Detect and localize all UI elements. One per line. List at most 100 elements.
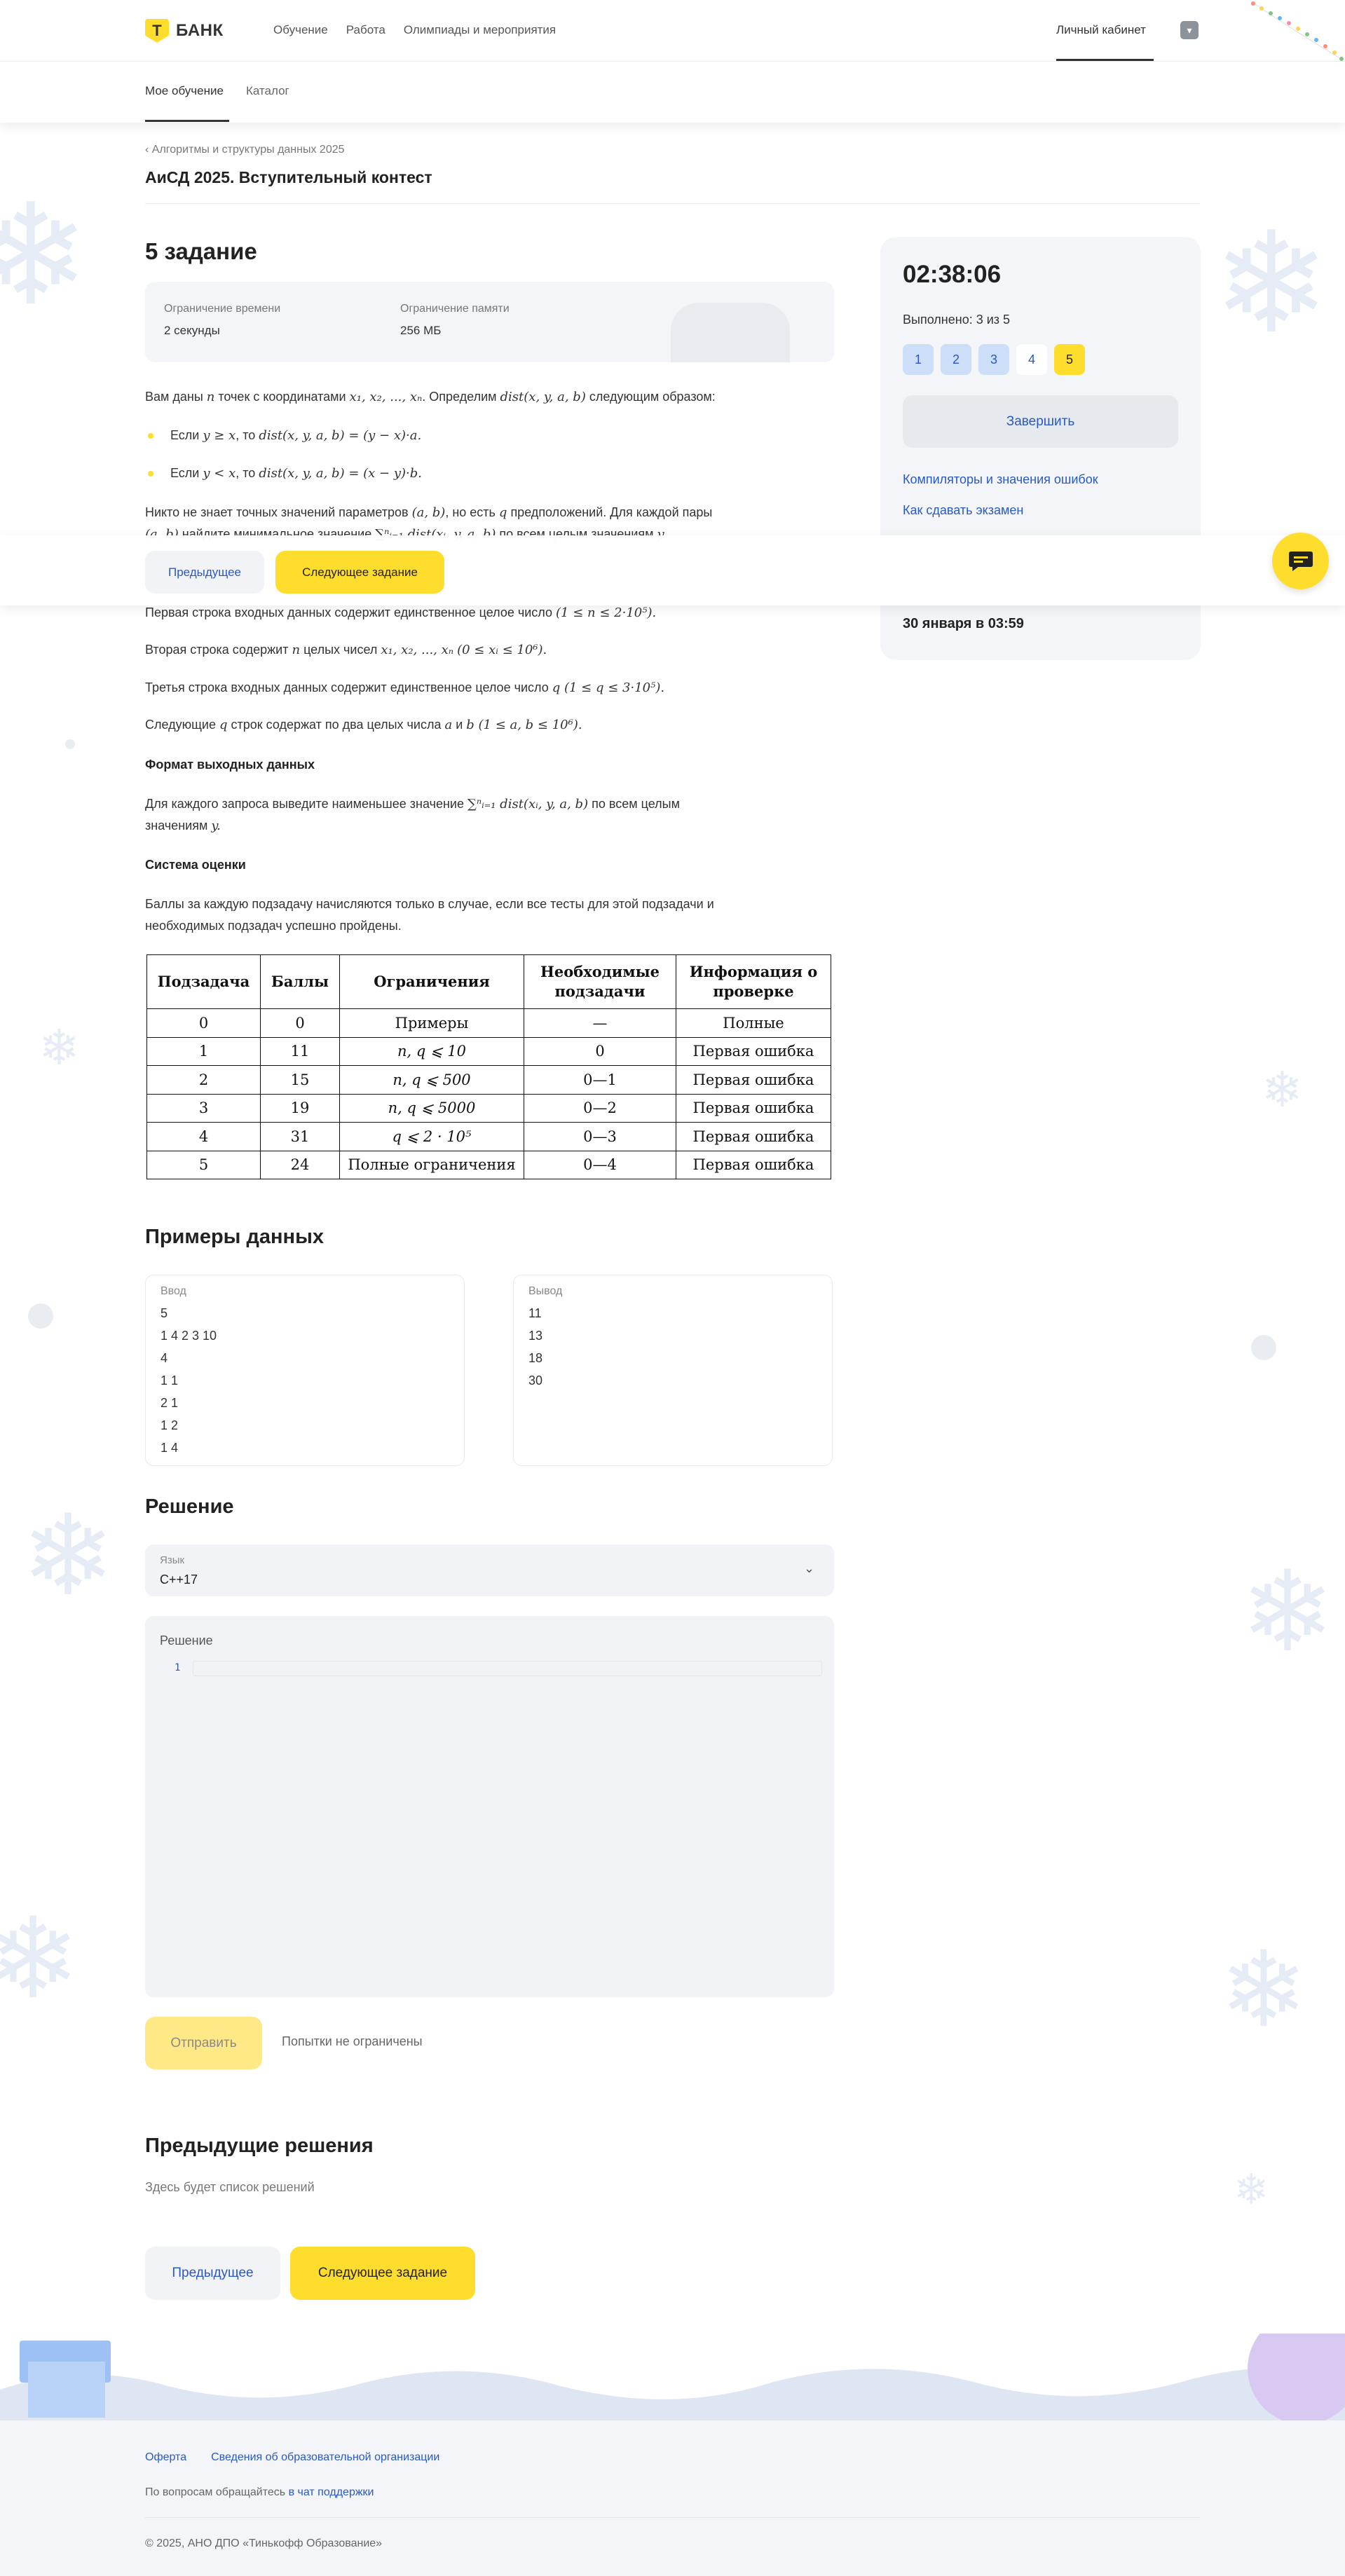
nav-item-learning[interactable]: Обучение [273,23,328,37]
table-cell: 0—2 [524,1093,676,1123]
decorative-hills [0,2334,1345,2425]
main-nav: Обучение Работа Олимпиады и мероприятия [273,23,556,37]
text: Вторая строка содержит [145,643,292,657]
scoring-table: Подзадача Баллы Ограничения Необходимые … [146,954,831,1179]
math: y ≥ x [203,428,236,443]
example-line: 2 1 [161,1396,179,1410]
finish-button[interactable]: Завершить [903,395,1178,448]
example-line: 1 4 [161,1441,179,1455]
table-cell: 0—1 [524,1065,676,1095]
avatar[interactable]: ▾ [1180,21,1199,39]
tab-my-learning[interactable]: Мое обучение [145,84,224,98]
col-header: Информация о проверке [676,954,831,1009]
table-cell: 3 [146,1093,261,1123]
example-output-label: Вывод [528,1285,563,1297]
code-line[interactable] [193,1661,822,1676]
contest-title: АиСД 2025. Вступительный контест [145,168,432,186]
account-active-underline [1056,59,1154,61]
math: q [219,718,228,732]
logo-text: БАНК [176,21,224,40]
text: по всем целым [588,797,680,811]
math: b (1 ≤ a, b ≤ 10⁶). [466,718,582,732]
next-task-button[interactable]: Следующее задание [290,2247,475,2300]
footer-links: Оферта Сведения об образовательной орган… [145,2451,439,2464]
bank-logo[interactable]: Т БАНК [145,19,224,43]
text: Никто не знает точных значений параметро… [145,505,412,519]
account-link[interactable]: Личный кабинет [1056,23,1146,37]
support-label: По вопросам обращайтесь [145,2486,289,2498]
table-cell: 19 [260,1093,340,1123]
tab-catalog[interactable]: Каталог [246,84,289,98]
text: значениям [145,818,212,833]
example-input-label: Ввод [161,1285,186,1297]
task-pill-3[interactable]: 3 [978,344,1009,375]
sticky-prev-button[interactable]: Предыдущее [145,551,264,594]
bullet-marker [148,433,153,439]
copyright: © 2025, АНО ДПО «Тинькофф Образование» [145,2537,383,2549]
footer: Оферта Сведения об образовательной орган… [0,2420,1345,2576]
table-cell: 2 [146,1065,261,1095]
org-info-link[interactable]: Сведения об образовательной организации [211,2451,439,2464]
output-format-heading: Формат выходных данных [145,758,315,772]
grading-text: Баллы за каждую подзадачу начисляются то… [145,893,835,937]
nav-item-work[interactable]: Работа [346,23,385,37]
table-cell: Первая ошибка [676,1122,831,1151]
text: Первая строка входных данных содержит ед… [145,605,557,619]
snowflake-icon: ❄ [1241,1546,1335,1677]
table-cell: 1 [146,1036,261,1066]
task-pill-4[interactable]: 4 [1016,344,1047,375]
text: Следующие [145,718,219,732]
table-cell: Первая ошибка [676,1036,831,1066]
previous-solutions-title: Предыдущие решения [145,2135,374,2157]
text: , то [235,428,259,442]
support-chat-button[interactable] [1272,533,1329,589]
input-line-2: Вторая строка содержит n целых чисел x₁,… [145,639,835,661]
snowflake-icon: ❄ [1213,202,1330,365]
attempts-info: Попытки не ограничены [282,2034,423,2048]
table-cell: n, q ⩽ 500 [339,1065,524,1095]
compilers-link[interactable]: Компиляторы и значения ошибок [903,472,1098,487]
math: (1 ≤ n ≤ 2·10⁵). [556,605,657,620]
offer-link[interactable]: Оферта [145,2451,186,2464]
math: q (1 ≤ q ≤ 3·10⁵). [552,680,665,695]
example-line: 18 [528,1351,543,1365]
submit-button[interactable]: Отправить [145,2017,262,2069]
table-cell: Первая ошибка [676,1093,831,1123]
example-line: 1 2 [161,1418,179,1432]
table-cell: Первая ошибка [676,1065,831,1095]
limits-decoration [671,303,790,362]
table-row: 5 24 Полные ограничения 0—4 Первая ошибка [146,1150,831,1179]
exam-help-link[interactable]: Как сдавать экзамен [903,503,1023,518]
task-pill-5[interactable]: 5 [1054,344,1085,375]
deadline: 30 января в 03:59 [903,616,1024,631]
math: (0 ≤ xᵢ ≤ 10⁶). [457,643,547,657]
grading-heading: Система оценки [145,858,246,872]
math: x₁, x₂, ..., xₙ [381,643,454,657]
task-pill-1[interactable]: 1 [903,344,934,375]
output-format-text: Для каждого запроса выведите наименьшее … [145,793,835,837]
solution-title: Решение [145,1495,234,1518]
math: n [206,390,215,404]
support-text: По вопросам обращайтесь в чат поддержки [145,2486,374,2499]
nav-item-olympiads[interactable]: Олимпиады и мероприятия [404,23,556,37]
sub-nav: Мое обучение Каталог [145,84,289,98]
table-cell: n, q ⩽ 5000 [339,1093,524,1123]
memory-limit-label: Ограничение памяти [400,303,510,315]
table-cell: 0 [146,1008,261,1038]
table-row: 1 11 n, q ⩽ 10 0 Первая ошибка [146,1036,831,1066]
table-row: 3 19 n, q ⩽ 5000 0—2 Первая ошибка [146,1093,831,1123]
top-navbar: Т БАНК Обучение Работа Олимпиады и мероп… [0,0,1345,62]
language-select[interactable]: Язык C++17 ⌄ [145,1544,834,1596]
math: (a, b) [411,505,446,520]
snowflake-icon: ❄ [1234,2165,1269,2214]
prev-task-button[interactable]: Предыдущее [145,2247,280,2300]
table-cell: — [524,1008,676,1038]
support-chat-link[interactable]: в чат поддержки [289,2486,374,2498]
breadcrumb[interactable]: ‹ Алгоритмы и структуры данных 2025 [145,144,345,156]
text: , но есть [445,505,499,519]
time-limit-label: Ограничение времени [164,303,281,315]
task-pill-2[interactable]: 2 [941,344,971,375]
memory-limit: Ограничение памяти 256 МБ [400,303,510,338]
sticky-next-button[interactable]: Следующее задание [275,551,444,594]
code-editor[interactable]: Решение 1 [145,1616,834,1997]
